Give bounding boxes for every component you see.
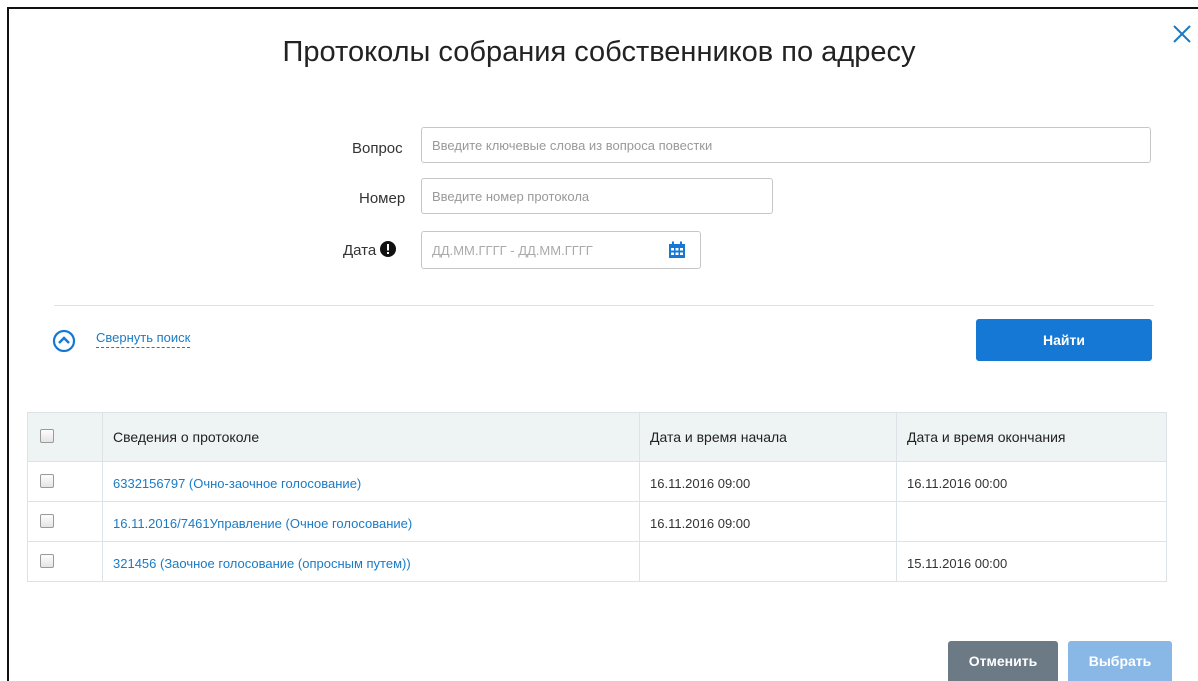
chevron-up-icon[interactable] xyxy=(52,329,76,353)
column-header-info: Сведения о протоколе xyxy=(102,412,640,462)
dialog-title: Протоколы собрания собственников по адре… xyxy=(282,36,916,68)
calendar-icon[interactable] xyxy=(668,241,686,259)
protocol-link[interactable]: 6332156797 (Очно-заочное голосование) xyxy=(113,476,361,491)
collapse-search-link[interactable]: Свернуть поиск xyxy=(96,330,191,348)
date-label: Дата xyxy=(343,242,377,259)
protocol-link[interactable]: 321456 (Заочное голосование (опросным пу… xyxy=(113,556,411,571)
warning-icon[interactable] xyxy=(380,241,396,257)
row-checkbox[interactable] xyxy=(40,554,54,568)
start-datetime: 16.11.2016 09:00 xyxy=(639,461,897,502)
select-all-cell xyxy=(27,412,103,462)
find-button[interactable]: Найти xyxy=(976,319,1152,361)
select-button[interactable]: Выбрать xyxy=(1068,641,1172,681)
end-datetime xyxy=(896,501,1167,542)
protocols-table: Сведения о протоколе Дата и время начала… xyxy=(27,412,1167,582)
divider xyxy=(54,305,1154,306)
protocol-link[interactable]: 16.11.2016/7461Управление (Очное голосов… xyxy=(113,516,412,531)
table-header-row: Сведения о протоколе Дата и время начала… xyxy=(27,412,1167,462)
table-row: 16.11.2016/7461Управление (Очное голосов… xyxy=(27,501,1167,542)
date-range-placeholder: ДД.ММ.ГГГГ - ДД.ММ.ГГГГ xyxy=(432,243,593,258)
column-header-start: Дата и время начала xyxy=(639,412,897,462)
end-datetime: 16.11.2016 00:00 xyxy=(896,461,1167,502)
number-label: Номер xyxy=(359,190,406,207)
row-checkbox[interactable] xyxy=(40,514,54,528)
number-input[interactable] xyxy=(421,178,773,214)
select-all-checkbox[interactable] xyxy=(40,428,54,443)
row-checkbox[interactable] xyxy=(40,474,54,488)
table-row: 6332156797 (Очно-заочное голосование) 16… xyxy=(27,461,1167,502)
end-datetime: 15.11.2016 00:00 xyxy=(896,541,1167,582)
table-row: 321456 (Заочное голосование (опросным пу… xyxy=(27,541,1167,582)
start-datetime: 16.11.2016 09:00 xyxy=(639,501,897,542)
date-range-input[interactable]: ДД.ММ.ГГГГ - ДД.ММ.ГГГГ xyxy=(421,231,701,269)
question-input[interactable] xyxy=(421,127,1151,163)
question-label: Вопрос xyxy=(352,140,403,157)
column-header-end: Дата и время окончания xyxy=(896,412,1167,462)
cancel-button[interactable]: Отменить xyxy=(948,641,1058,681)
start-datetime xyxy=(639,541,897,582)
